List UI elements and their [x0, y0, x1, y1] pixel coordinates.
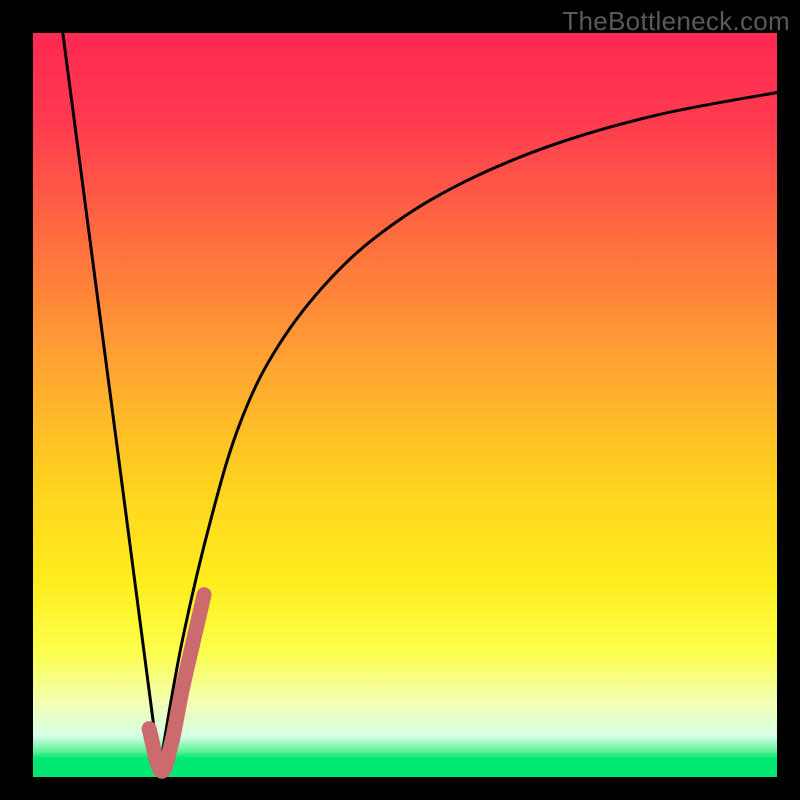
chart-curves	[33, 33, 777, 777]
watermark-text: TheBottleneck.com	[562, 6, 790, 37]
chart-frame: TheBottleneck.com	[0, 0, 800, 800]
highlight-segment	[149, 595, 204, 772]
left-descending-line	[63, 33, 160, 770]
right-log-curve	[160, 93, 778, 770]
